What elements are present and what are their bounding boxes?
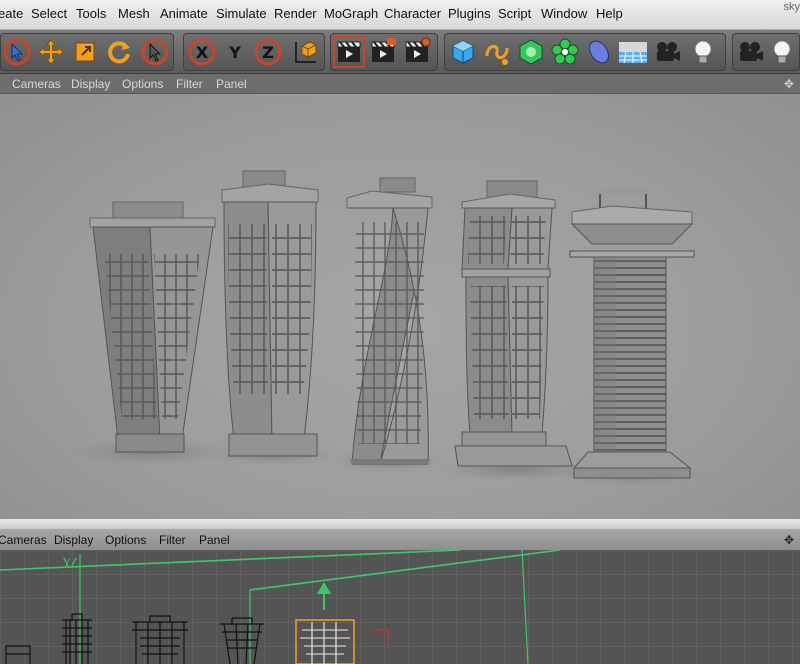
cube-icon[interactable] xyxy=(447,36,479,68)
vp2-menu-cameras[interactable]: Cameras xyxy=(0,533,47,547)
perspective-viewport-menubar: Cameras Display Options Filter Panel ✥ xyxy=(0,74,800,94)
menu-tools[interactable]: Tools xyxy=(76,6,106,21)
rotate-icon[interactable] xyxy=(103,36,135,68)
vp2-menu-filter[interactable]: Filter xyxy=(159,533,186,547)
menu-animate[interactable]: Animate xyxy=(160,6,208,21)
vp2-menu-options[interactable]: Options xyxy=(105,533,146,547)
scale-icon[interactable] xyxy=(69,36,101,68)
vp2-menu-panel[interactable]: Panel xyxy=(199,533,230,547)
render-view-icon[interactable] xyxy=(333,36,365,68)
front-viewport-menubar: Cameras Display Options Filter Panel ✥ xyxy=(0,528,800,550)
y-axis-label: Y xyxy=(228,43,241,62)
tower-5 xyxy=(569,189,695,479)
menu-character[interactable]: Character xyxy=(384,6,441,21)
menu-render[interactable]: Render xyxy=(274,6,317,21)
wireframe-scene: Y xyxy=(0,550,800,664)
light-icon-2[interactable] xyxy=(766,36,798,68)
viewport-splitter[interactable] xyxy=(0,519,800,528)
y-axis-icon[interactable]: Y xyxy=(219,36,251,68)
wireframe-viewport[interactable]: Y xyxy=(0,550,800,664)
tower-3 xyxy=(346,177,433,465)
app-window: eate Select Tools Mesh Animate Simulate … xyxy=(0,0,800,664)
tower-4 xyxy=(454,180,573,467)
move-view-icon[interactable]: ✥ xyxy=(784,77,794,91)
vp-menu-cameras[interactable]: Cameras xyxy=(12,77,61,91)
window-title: sky xyxy=(783,1,800,13)
move-icon[interactable] xyxy=(35,36,67,68)
menu-window[interactable]: Window xyxy=(541,6,587,21)
move-view-icon-2[interactable]: ✥ xyxy=(784,533,794,547)
mograph-cloner-icon[interactable] xyxy=(549,36,581,68)
menu-help[interactable]: Help xyxy=(596,6,623,21)
menu-create[interactable]: eate xyxy=(0,6,23,21)
z-axis-label: Z xyxy=(262,43,274,62)
vp-menu-display[interactable]: Display xyxy=(71,77,110,91)
perspective-viewport[interactable] xyxy=(0,94,800,519)
spline-icon[interactable] xyxy=(481,36,513,68)
tower-2 xyxy=(221,170,319,457)
y-axis-wire-label: Y xyxy=(63,557,71,569)
menu-simulate[interactable]: Simulate xyxy=(216,6,267,21)
camera-icon[interactable] xyxy=(651,36,683,68)
world-coordinates-icon[interactable] xyxy=(288,36,320,68)
skyscraper-models-render xyxy=(70,170,710,486)
render-picture-viewer-icon[interactable] xyxy=(367,36,399,68)
light-icon[interactable] xyxy=(687,36,719,68)
nurbs-icon[interactable] xyxy=(515,36,547,68)
camera-icon-2[interactable] xyxy=(734,36,766,68)
vp-menu-filter[interactable]: Filter xyxy=(176,77,203,91)
menu-select[interactable]: Select xyxy=(31,6,67,21)
x-axis-label: X xyxy=(196,43,209,62)
vp2-menu-display[interactable]: Display xyxy=(54,533,93,547)
render-settings-icon[interactable] xyxy=(401,36,433,68)
menu-script[interactable]: Script xyxy=(498,6,531,21)
menu-plugins[interactable]: Plugins xyxy=(448,6,491,21)
z-axis-icon[interactable]: Z xyxy=(252,36,284,68)
tower-1 xyxy=(89,201,216,453)
x-axis-icon[interactable]: X xyxy=(186,36,218,68)
menu-mesh[interactable]: Mesh xyxy=(118,6,150,21)
floor-icon[interactable] xyxy=(617,36,649,68)
main-menubar: eate Select Tools Mesh Animate Simulate … xyxy=(0,0,800,30)
menu-mograph[interactable]: MoGraph xyxy=(324,6,378,21)
live-selection-icon[interactable] xyxy=(139,36,171,68)
main-toolbar: X Y Z xyxy=(0,30,800,74)
vp-menu-panel[interactable]: Panel xyxy=(216,77,247,91)
select-icon[interactable] xyxy=(1,36,33,68)
deformer-icon[interactable] xyxy=(583,36,615,68)
vp-menu-options[interactable]: Options xyxy=(122,77,163,91)
